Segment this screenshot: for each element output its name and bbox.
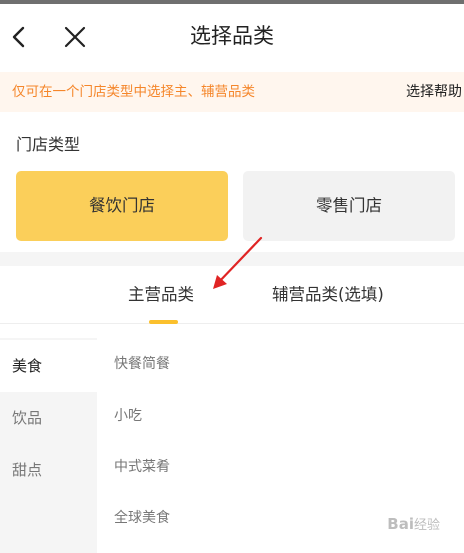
- page: 选择品类 仅可在一个门店类型中选择主、辅营品类 选择帮助 门店类型 餐饮门店 零…: [0, 0, 464, 553]
- store-type-retail-button[interactable]: 零售门店: [243, 171, 455, 241]
- store-type-food-button[interactable]: 餐饮门店: [16, 171, 228, 241]
- watermark-brand: Bai: [387, 515, 414, 533]
- page-title: 选择品类: [190, 24, 274, 48]
- notice-banner: 仅可在一个门店类型中选择主、辅营品类 选择帮助: [0, 72, 464, 112]
- watermark: Bai经验: [387, 514, 440, 533]
- help-link[interactable]: 选择帮助: [406, 72, 462, 112]
- category-item-drinks[interactable]: 饮品: [0, 392, 97, 444]
- subcategory-item[interactable]: 快餐简餐: [114, 338, 170, 390]
- watermark-suffix: 经验: [413, 518, 440, 533]
- category-item-dessert[interactable]: 甜点: [0, 444, 97, 496]
- active-tab-indicator: [149, 320, 178, 324]
- store-type-label: 门店类型: [16, 135, 81, 154]
- nav-bar: 选择品类: [0, 4, 464, 68]
- subcategory-item[interactable]: 中式菜肴: [114, 441, 170, 493]
- tab-main-category[interactable]: 主营品类: [128, 266, 194, 324]
- category-item-food[interactable]: 美食: [0, 340, 97, 392]
- notice-text: 仅可在一个门店类型中选择主、辅营品类: [12, 84, 255, 100]
- annotation-arrow-icon: [213, 236, 263, 289]
- subcategory-item[interactable]: 小吃: [114, 390, 142, 442]
- category-list: 美食 饮品 甜点: [0, 338, 97, 553]
- tab-secondary-category[interactable]: 辅营品类(选填): [272, 266, 384, 324]
- subcategory-item[interactable]: 全球美食: [114, 492, 170, 544]
